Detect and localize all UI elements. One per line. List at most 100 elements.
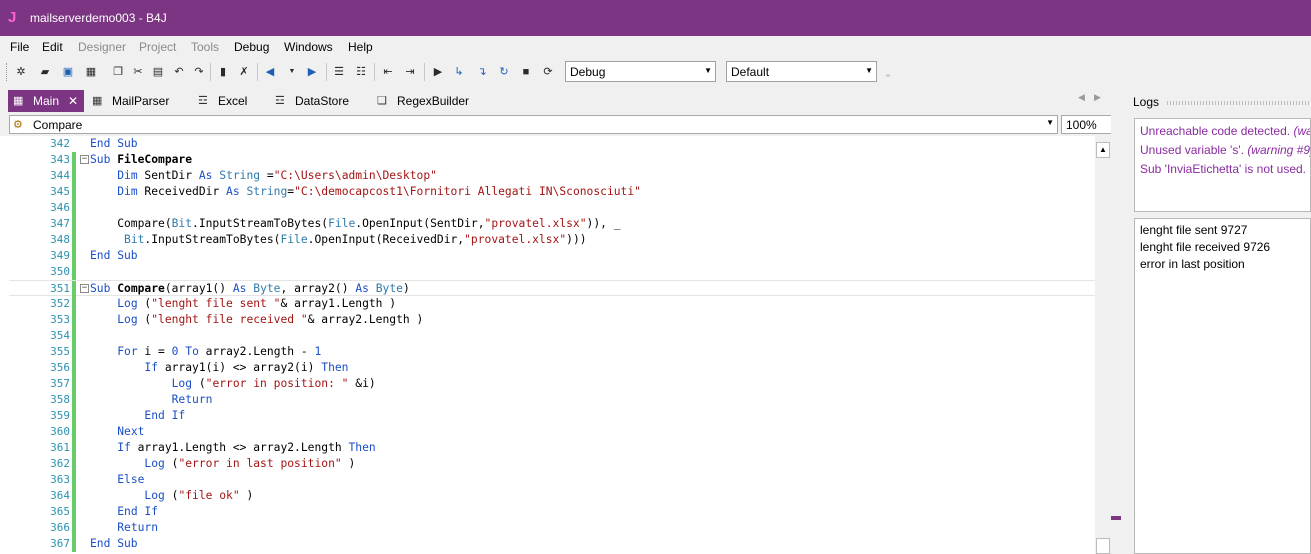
toolbar-overflow-icon[interactable]: ₌ xyxy=(880,66,896,82)
line-number: 366 xyxy=(50,521,70,534)
indent-icon[interactable]: ⇥ xyxy=(402,64,418,80)
clear-bookmarks-icon[interactable]: ✗ xyxy=(236,64,252,80)
code-line[interactable]: 365 End If xyxy=(9,504,1095,520)
code-line[interactable]: 363 Else xyxy=(9,472,1095,488)
new-file-icon[interactable]: ✲ xyxy=(13,64,29,80)
code-line[interactable]: 359 End If xyxy=(9,408,1095,424)
code-line[interactable]: 345 Dim ReceivedDir As String="C:\democa… xyxy=(9,184,1095,200)
line-number: 364 xyxy=(50,489,70,502)
code-line[interactable]: 354 xyxy=(9,328,1095,344)
title-bar: J mailserverdemo003 - B4J xyxy=(0,0,1311,36)
code-line[interactable]: 349 End Sub xyxy=(9,248,1095,264)
warnings-list[interactable]: Unreachable code detected. (warn Unused … xyxy=(1134,118,1311,212)
tab-mailparser-label: MailParser xyxy=(112,94,170,108)
code-line[interactable]: 350 xyxy=(9,264,1095,280)
navigate-back-icon[interactable]: ◀ xyxy=(262,64,278,80)
menu-help[interactable]: Help xyxy=(348,40,373,54)
line-number: 347 xyxy=(50,217,70,230)
code-text: Log ("lenght file received "& array2.Len… xyxy=(117,313,424,326)
undo-icon[interactable]: ↶ xyxy=(171,64,187,80)
menu-windows[interactable]: Windows xyxy=(284,40,333,54)
tab-mailparser[interactable]: ▦ MailParser xyxy=(92,90,178,112)
line-number: 367 xyxy=(50,537,70,550)
sub-icon: ⚙ xyxy=(13,119,23,131)
tab-datastore[interactable]: ☲ DataStore xyxy=(275,90,357,112)
run-icon[interactable]: ▶ xyxy=(430,64,446,80)
tab-scroll-right-icon[interactable]: ▶ xyxy=(1094,92,1101,103)
redo-icon[interactable]: ↷ xyxy=(191,64,207,80)
zoom-value: 100% xyxy=(1066,118,1097,132)
code-line[interactable]: 361 If array1.Length <> array2.Length Th… xyxy=(9,440,1095,456)
fold-toggle-icon[interactable]: − xyxy=(80,155,89,164)
code-editor[interactable]: 342 End Sub 343− Sub FileCompare 344 Dim Sen… xyxy=(9,136,1095,554)
menu-debug[interactable]: Debug xyxy=(234,40,269,54)
paste-icon[interactable]: ▤ xyxy=(150,64,166,80)
code-line[interactable]: 351 − Sub Compare(array1() As Byte, array2… xyxy=(9,280,1095,297)
line-number: 353 xyxy=(50,313,70,326)
open-folder-icon[interactable]: ▰ xyxy=(37,64,53,80)
code-line[interactable]: 367 End Sub xyxy=(9,536,1095,552)
chevron-down-icon: ▼ xyxy=(1046,118,1054,127)
warning-item[interactable]: Unused variable 's'. (warning #9) xyxy=(1140,143,1310,157)
navigate-forward-icon[interactable]: ▶ xyxy=(304,64,320,80)
code-line[interactable]: 357 Log ("error in position: " &i) xyxy=(9,376,1095,392)
code-line[interactable]: 355 For i = 0 To array2.Length - 1 xyxy=(9,344,1095,360)
step-over-icon[interactable]: ↴ xyxy=(474,64,490,80)
back-dropdown-chevron-icon[interactable]: ▼ xyxy=(284,64,300,80)
save-all-icon[interactable]: ▦ xyxy=(83,64,99,80)
warning-item[interactable]: Unreachable code detected. (warn xyxy=(1140,124,1310,138)
menu-file[interactable]: File xyxy=(10,40,29,54)
line-number: 354 xyxy=(50,329,70,342)
code-text: Log ("error in position: " &i) xyxy=(171,377,376,390)
fold-toggle-icon[interactable]: − xyxy=(80,284,89,293)
target-select[interactable]: Default ▼ xyxy=(726,61,877,82)
log-output[interactable]: lenght file sent 9727 lenght file receiv… xyxy=(1134,218,1311,554)
code-line[interactable]: 346 xyxy=(9,200,1095,216)
cut-icon[interactable]: ✂ xyxy=(130,64,146,80)
warning-item[interactable]: Sub 'InviaEtichetta' is not used. ( xyxy=(1140,162,1310,176)
build-config-select[interactable]: Debug ▼ xyxy=(565,61,716,82)
copy-icon[interactable]: ❐ xyxy=(110,64,126,80)
code-line[interactable]: 364 Log ("file ok" ) xyxy=(9,488,1095,504)
module-icon: ▦ xyxy=(92,95,103,107)
menu-edit[interactable]: Edit xyxy=(42,40,63,54)
code-line[interactable]: 343 − Sub FileCompare xyxy=(9,152,1095,168)
code-line[interactable]: 360 Next xyxy=(9,424,1095,440)
scroll-up-icon[interactable]: ▲ xyxy=(1096,142,1110,158)
tab-main[interactable]: ▦ Main ✕ xyxy=(8,90,84,112)
tab-excel[interactable]: ☲ Excel xyxy=(198,90,254,112)
editor-vertical-scrollbar[interactable]: ▲ xyxy=(1095,136,1111,554)
code-line[interactable]: 347 Compare(Bit.InputStreamToBytes(File.… xyxy=(9,216,1095,232)
code-line[interactable]: 344 Dim SentDir As String ="C:\Users\adm… xyxy=(9,168,1095,184)
code-line[interactable]: 352 Log ("lenght file sent "& array1.Len… xyxy=(9,296,1095,312)
code-line[interactable]: 358 Return xyxy=(9,392,1095,408)
restart-icon[interactable]: ⟳ xyxy=(540,64,556,80)
code-line[interactable]: 366 Return xyxy=(9,520,1095,536)
stop-icon[interactable]: ■ xyxy=(518,64,534,80)
tab-regexbuilder[interactable]: ❏ RegexBuilder xyxy=(377,90,473,112)
code-line[interactable]: 348 Bit.InputStreamToBytes(File.OpenInpu… xyxy=(9,232,1095,248)
toolbar-separator xyxy=(326,63,327,81)
class-icon: ☲ xyxy=(198,95,208,107)
step-in-icon[interactable]: ↳ xyxy=(451,64,467,80)
tab-scroll-left-icon[interactable]: ◀ xyxy=(1078,92,1085,103)
scrollbar-thumb[interactable] xyxy=(1096,538,1110,554)
code-line[interactable]: 342 End Sub xyxy=(9,136,1095,152)
panel-grip[interactable] xyxy=(1167,101,1311,105)
code-line[interactable]: 356 If array1(i) <> array2(i) Then xyxy=(9,360,1095,376)
step-out-icon[interactable]: ↻ xyxy=(496,64,512,80)
bookmark-icon[interactable]: ▮ xyxy=(215,64,231,80)
comment-icon[interactable]: ☰ xyxy=(331,64,347,80)
module-icon: ▦ xyxy=(13,95,24,107)
editor-right-edge xyxy=(1111,86,1127,554)
code-line[interactable]: 353 Log ("lenght file received "& array2… xyxy=(9,312,1095,328)
outdent-icon[interactable]: ⇤ xyxy=(380,64,396,80)
code-line[interactable]: 362 Log ("error in last position" ) xyxy=(9,456,1095,472)
toolbar-separator xyxy=(257,63,258,81)
subs-dropdown[interactable]: ⚙ Compare ▼ xyxy=(9,115,1058,134)
tab-excel-label: Excel xyxy=(218,94,248,108)
uncomment-icon[interactable]: ☷ xyxy=(353,64,369,80)
save-icon[interactable]: ▣ xyxy=(60,64,76,80)
close-icon[interactable]: ✕ xyxy=(68,94,78,108)
change-marker xyxy=(72,312,76,328)
